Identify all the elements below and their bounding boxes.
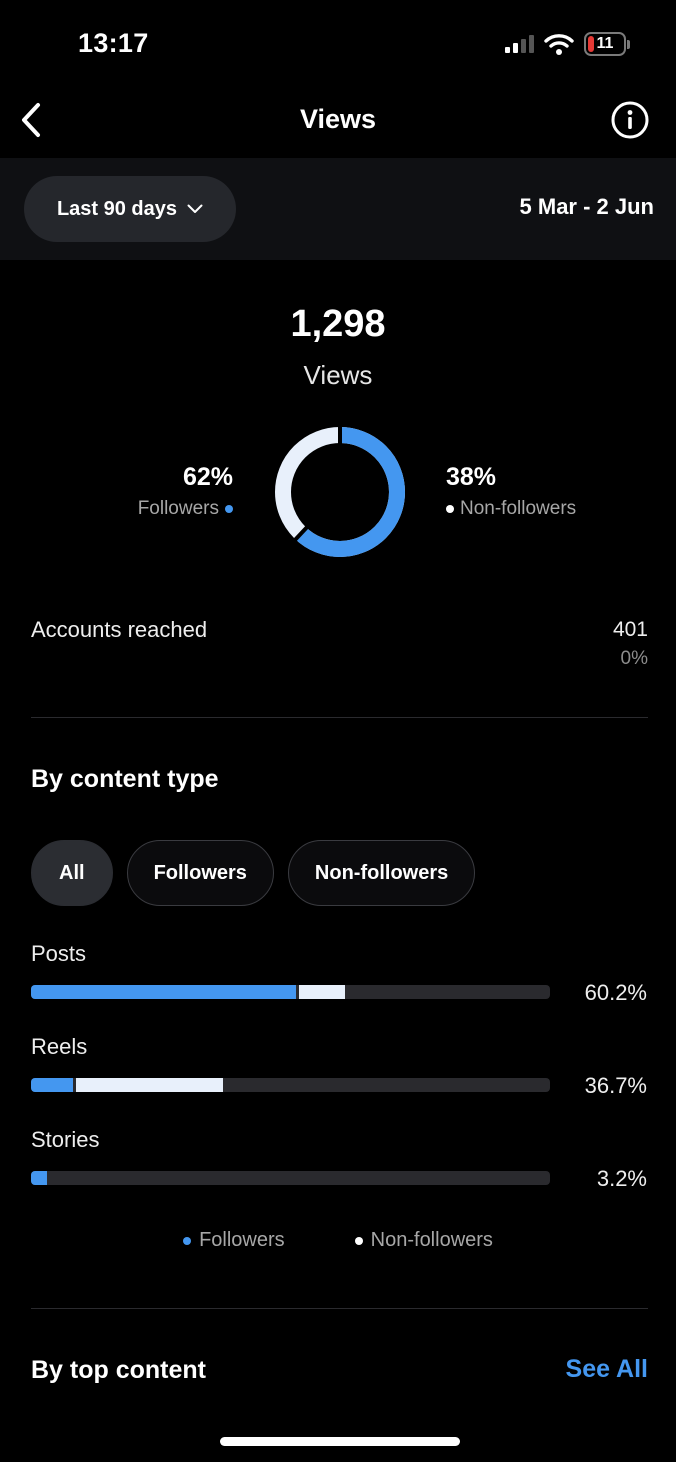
- status-time: 13:17: [78, 28, 149, 58]
- bar-label-reels: Reels: [31, 1034, 88, 1059]
- bar-pct-posts: 60.2%: [584, 980, 647, 1005]
- total-views-label: Views: [303, 360, 373, 390]
- bar-pct-reels: 36.7%: [584, 1073, 647, 1098]
- battery-icon: 11: [584, 32, 630, 56]
- bar-label-stories: Stories: [31, 1127, 100, 1152]
- chevron-down-icon: [187, 204, 203, 213]
- bar-label-posts: Posts: [31, 941, 87, 966]
- home-indicator: [220, 1437, 460, 1446]
- bar-track-stories: [31, 1171, 550, 1185]
- nonfollowers-label: Non-followers: [460, 498, 577, 519]
- nonfollowers-pct: 38%: [446, 463, 497, 491]
- followers-label: Followers: [137, 498, 219, 519]
- bar-nonfollowers-reels: [75, 1078, 224, 1092]
- accounts-reached-change: 0%: [620, 648, 648, 669]
- date-range-dropdown-label: Last 90 days: [56, 197, 178, 220]
- legend-followers-label: Followers: [199, 1229, 285, 1251]
- content-type-tabs: All Followers Non-followers: [31, 840, 476, 906]
- tab-followers[interactable]: Followers: [126, 840, 274, 906]
- accounts-reached-label: Accounts reached: [31, 617, 208, 642]
- divider: [31, 1308, 648, 1309]
- divider: [31, 717, 648, 718]
- wifi-icon: [544, 34, 574, 55]
- bar-followers-posts: [31, 985, 296, 999]
- date-range-text: 5 Mar - 2 Jun: [519, 194, 654, 219]
- content-type-title: By content type: [31, 765, 219, 793]
- status-icons: 11: [504, 32, 630, 56]
- page-title: Views: [299, 104, 377, 134]
- date-range-dropdown[interactable]: Last 90 days: [24, 176, 236, 242]
- top-content-title: By top content: [31, 1356, 206, 1384]
- signal-icon: [505, 35, 534, 53]
- bar-track-posts: [31, 985, 550, 999]
- tab-nonfollowers[interactable]: Non-followers: [287, 840, 476, 906]
- nonfollowers-share: 38% Non-followers: [446, 463, 576, 520]
- tab-all[interactable]: All: [31, 840, 113, 906]
- followers-dot-icon: [225, 505, 233, 513]
- legend-nonfollowers-label: Non-followers: [370, 1229, 493, 1251]
- legend-item-nonfollowers: Non-followers: [354, 1229, 493, 1252]
- content-type-legend: Followers Non-followers: [0, 1229, 676, 1252]
- bar-pct-stories: 3.2%: [596, 1166, 647, 1191]
- followers-share: 62% Followers: [138, 463, 233, 520]
- date-filter-bar: Last 90 days 5 Mar - 2 Jun: [0, 158, 676, 260]
- bar-nonfollowers-posts: [298, 985, 346, 999]
- legend-item-followers: Followers: [183, 1229, 285, 1252]
- info-icon: [611, 101, 649, 139]
- followers-pct: 62%: [182, 463, 233, 491]
- accounts-reached-value: 401: [612, 618, 648, 641]
- bar-followers-reels: [31, 1078, 73, 1092]
- info-button[interactable]: [610, 100, 650, 140]
- bar-track-reels: [31, 1078, 550, 1092]
- total-views-value: 1,298: [290, 303, 386, 345]
- followers-donut-chart: [275, 426, 405, 557]
- bar-followers-stories: [31, 1171, 47, 1185]
- battery-level: 11: [596, 35, 614, 52]
- nonfollowers-dot-icon: [446, 505, 454, 513]
- nonfollowers-dot-icon: [354, 1236, 363, 1245]
- see-all-link[interactable]: See All: [566, 1355, 648, 1384]
- followers-dot-icon: [183, 1236, 192, 1245]
